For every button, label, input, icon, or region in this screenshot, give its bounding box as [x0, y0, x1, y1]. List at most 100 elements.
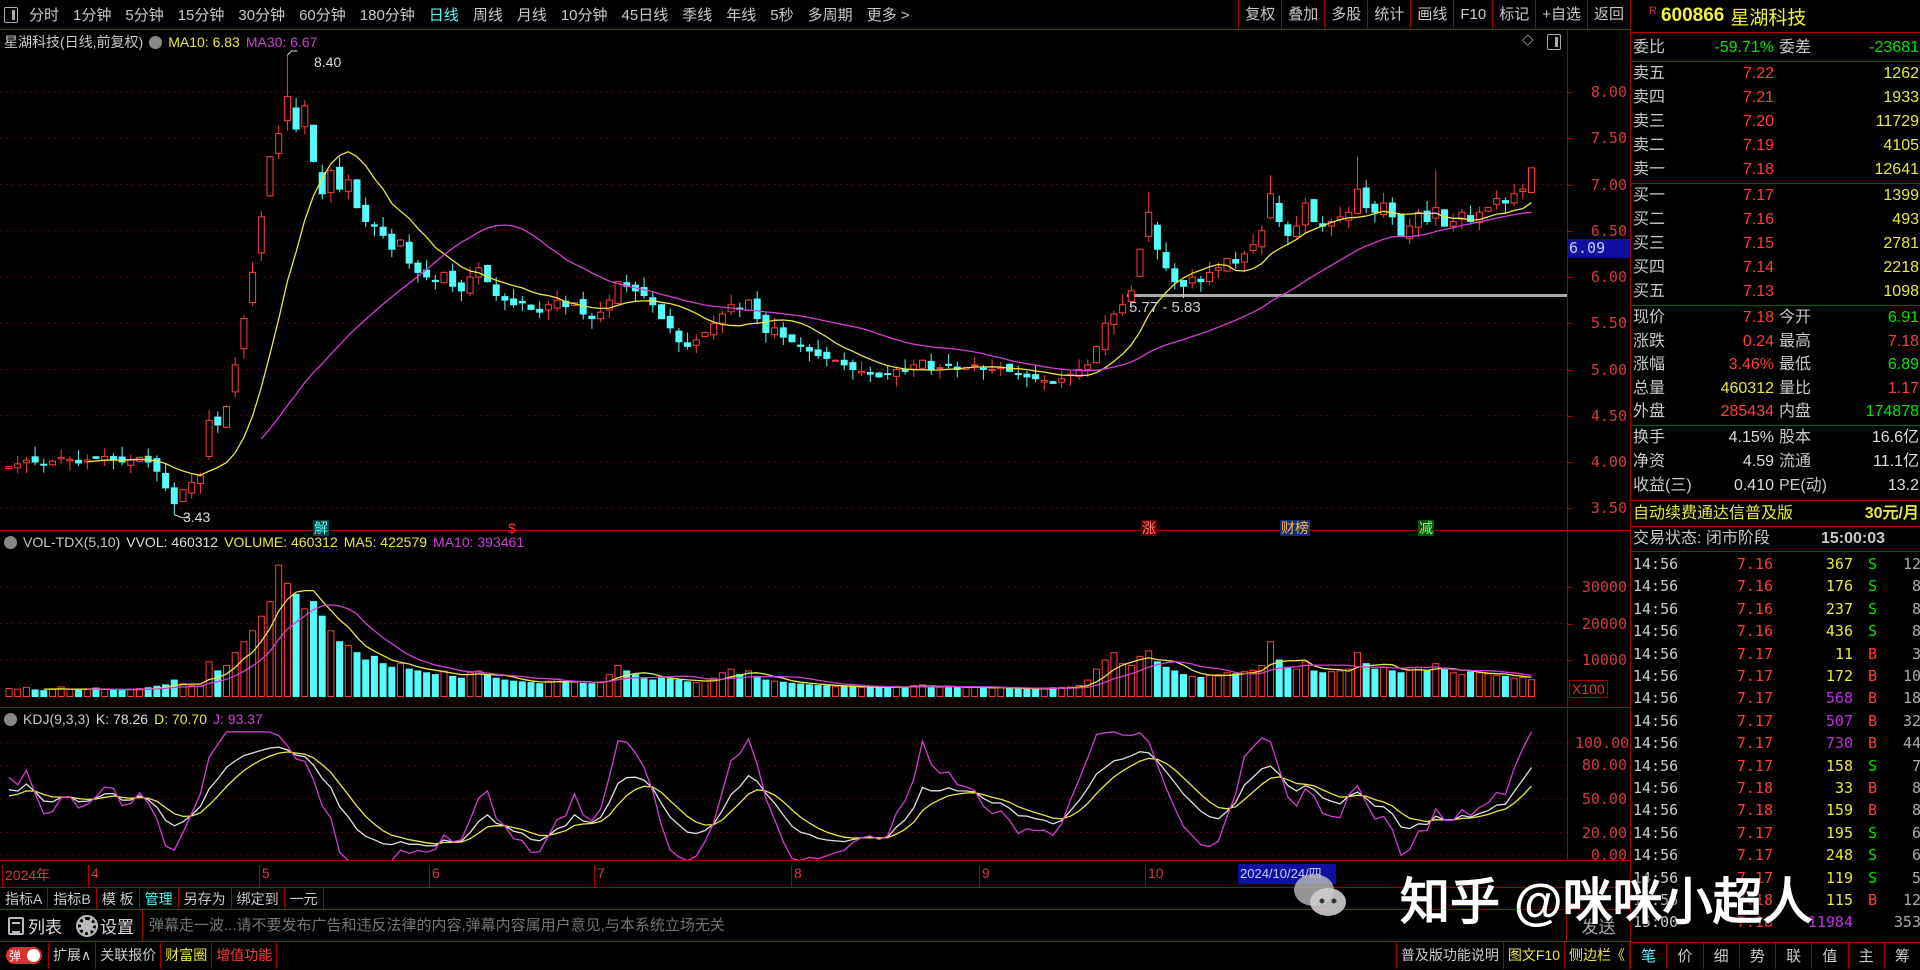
- event-marker[interactable]: 减: [1418, 520, 1434, 536]
- side-tab[interactable]: 值: [1812, 943, 1849, 969]
- volume-axis-label: 30000: [1581, 578, 1627, 596]
- bid-label: 买一: [1633, 187, 1666, 204]
- crosshair-price-tag: 6.09: [1567, 239, 1630, 258]
- y-tick: [1567, 462, 1573, 463]
- candle: [501, 296, 509, 301]
- volume-bar: [101, 688, 109, 698]
- kdj-settings-icon[interactable]: [4, 712, 17, 726]
- related-quotes-button[interactable]: 关联报价: [96, 942, 162, 969]
- trade-volume: 237: [1825, 599, 1853, 618]
- quote-panel: R 600866 星湖科技 委比 -59.71% 委差 -23681 卖五 7.2…: [1630, 0, 1920, 969]
- value-added-button[interactable]: 增值功能: [212, 942, 278, 969]
- fundamental-label: PE(动): [1779, 477, 1828, 494]
- wealth-circle-button[interactable]: 财富圈: [161, 942, 213, 969]
- candle: [66, 458, 74, 462]
- volume-bar: [49, 688, 56, 698]
- indicator-tab[interactable]: 一元: [285, 888, 324, 909]
- candle: [884, 373, 892, 376]
- candle: [1136, 248, 1144, 277]
- candle: [1249, 244, 1257, 252]
- indicator-tab[interactable]: 指标B: [48, 888, 97, 909]
- candle: [1362, 187, 1370, 209]
- volume-bar: [1214, 674, 1222, 697]
- indicator-tab[interactable]: 模 板: [97, 888, 140, 909]
- candle: [823, 351, 831, 359]
- price-axis-label: 3.50: [1590, 499, 1627, 518]
- y-tick: [1567, 415, 1573, 417]
- volume-bar: [127, 689, 135, 698]
- stat-value: 0.24: [1742, 332, 1774, 350]
- kline-chart[interactable]: [0, 0, 1567, 860]
- list-icon: [8, 916, 24, 935]
- trade-side: S: [1868, 622, 1878, 641]
- list-button[interactable]: 列表: [0, 913, 70, 938]
- candle: [1101, 322, 1109, 351]
- trade-time: 14:56: [1633, 823, 1679, 842]
- side-tab[interactable]: 笔: [1631, 943, 1668, 969]
- volume-bar: [1284, 666, 1292, 697]
- quote-stat-row: 总量 460312 量比 1.17: [1631, 377, 1920, 401]
- expand-button[interactable]: 扩展∧: [48, 942, 97, 969]
- volume-pane-header: VOL-TDX(5,10) VVOL: 460312 VOLUME: 46031…: [4, 534, 524, 550]
- side-tab[interactable]: 价: [1667, 943, 1704, 969]
- volume-bar: [1032, 688, 1040, 698]
- volume-bar: [649, 679, 657, 698]
- candle: [640, 287, 648, 297]
- trade-status: 交易状态: 闭市阶段: [1633, 530, 1770, 547]
- vvol-value: VVOL: 460312: [126, 534, 219, 550]
- watermark: 知乎 @咪咪小超人: [1400, 874, 1813, 930]
- candle: [14, 463, 22, 469]
- ask-price: 7.21: [1742, 89, 1774, 106]
- volume-bar: [762, 679, 770, 698]
- high-price-label: 8.40: [314, 54, 342, 70]
- volume-bar: [858, 686, 866, 697]
- candle: [927, 360, 935, 370]
- settings-button[interactable]: 设置: [70, 913, 142, 938]
- feature-guide-link[interactable]: 普及版功能说明: [1395, 942, 1504, 969]
- candle: [1275, 202, 1283, 222]
- indicator-tab[interactable]: 管理: [140, 888, 179, 909]
- candle: [988, 369, 996, 372]
- trade-row: 14:56 7.16 436 S 8: [1631, 620, 1920, 642]
- candle: [910, 364, 918, 370]
- indicator-tab[interactable]: 绑定到: [232, 888, 285, 909]
- trade-row: 14:56 7.17 172 B 10: [1631, 665, 1920, 687]
- volume-bar: [1319, 672, 1327, 698]
- ask-label: 卖一: [1633, 161, 1666, 178]
- volume-bar: [997, 687, 1005, 697]
- volume-bar: [1188, 675, 1196, 697]
- candle: [327, 170, 335, 194]
- event-marker[interactable]: 财榜: [1280, 520, 1310, 536]
- trade-time: 14:56: [1633, 756, 1679, 775]
- candle: [1528, 167, 1535, 193]
- volume-bar: [571, 681, 578, 698]
- y-tick: [1567, 587, 1573, 588]
- side-tab[interactable]: 主: [1849, 943, 1885, 969]
- event-marker[interactable]: 涨: [1141, 520, 1157, 536]
- side-tab[interactable]: 细: [1704, 943, 1740, 969]
- volume-bar: [579, 682, 587, 697]
- volume-axis-label: 10000: [1581, 651, 1627, 669]
- volume-bar: [1301, 661, 1309, 698]
- side-tab[interactable]: 筹: [1885, 943, 1920, 969]
- candle: [5, 466, 13, 469]
- volume-bar: [1023, 688, 1031, 698]
- promo-link[interactable]: 自动续费通达信普及版 30元/月: [1631, 502, 1920, 526]
- danmaku-input[interactable]: [142, 909, 1567, 942]
- volume-bar: [1040, 687, 1048, 697]
- toggle-label: 弹: [9, 949, 22, 963]
- danmaku-toggle[interactable]: 弹: [6, 947, 42, 964]
- indicator-tab[interactable]: 另存为: [179, 888, 232, 909]
- toolbar-action-button[interactable]: 返回: [1586, 0, 1630, 30]
- ask-row: 卖四 7.21 1933: [1631, 86, 1920, 110]
- fundamental-row: 换手 4.15% 股本 16.6亿: [1631, 426, 1920, 450]
- sidebar-toggle[interactable]: 侧边栏《: [1565, 942, 1630, 969]
- side-tab[interactable]: 联: [1776, 943, 1813, 969]
- trade-volume: 367: [1825, 555, 1853, 573]
- indicator-tab[interactable]: 指标A: [0, 888, 49, 909]
- volume-settings-icon[interactable]: [4, 535, 17, 549]
- side-tab[interactable]: 势: [1740, 943, 1776, 969]
- f10-link[interactable]: 图文F10: [1504, 942, 1565, 969]
- trade-count: 3: [1911, 644, 1920, 663]
- bid-volume: 493: [1892, 211, 1919, 228]
